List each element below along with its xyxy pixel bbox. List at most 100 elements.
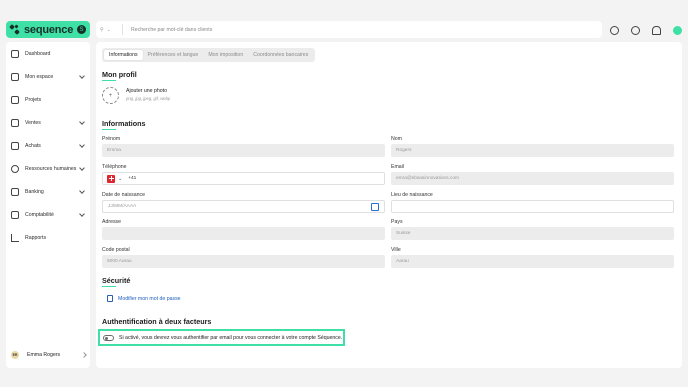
sidebar-item-label: Ressources humaines xyxy=(25,166,77,172)
chevron-down-icon xyxy=(79,165,85,171)
birthplace-label: Lieu de naissance xyxy=(391,192,433,198)
chevron-down-icon[interactable]: ⌄ xyxy=(118,176,122,182)
sidebar-item-label: Rapports xyxy=(25,235,47,241)
chevron-down-icon xyxy=(79,73,85,79)
tab-imposition[interactable]: Mon imposition xyxy=(203,50,248,60)
sidebar-item-label: Comptabilité xyxy=(25,212,54,218)
money-bag-icon xyxy=(11,119,19,127)
plus-icon: + xyxy=(108,92,113,99)
change-password-label: Modifier mon mot de passe xyxy=(118,295,181,302)
chevron-down-icon xyxy=(79,142,85,148)
info-heading: Informations xyxy=(102,119,146,128)
sidebar-item-projets[interactable]: Projets xyxy=(6,92,90,108)
shopping-bag-icon xyxy=(11,142,19,150)
ledger-icon xyxy=(11,211,19,219)
bell-icon[interactable] xyxy=(652,25,661,35)
heading-underline xyxy=(102,129,116,130)
prenom-label: Prénom xyxy=(102,136,121,142)
phone-field[interactable]: ⌄ +41 xyxy=(102,172,385,185)
email-field[interactable]: emra@sbsasinnovations.com xyxy=(391,172,674,185)
photo-upload-title[interactable]: Ajouter une photo xyxy=(126,88,167,94)
photo-upload-button[interactable]: + xyxy=(102,87,119,104)
country-label: Pays xyxy=(391,219,403,225)
search-bar: ⚲ ⌄ Recherche par mot-clé dans clients xyxy=(96,21,602,38)
sidebar-item-ressources-humaines[interactable]: Ressources humaines xyxy=(6,161,90,177)
sidebar-item-banking[interactable]: Banking xyxy=(6,184,90,200)
prenom-field[interactable]: Emma xyxy=(102,144,385,157)
sidebar-item-achats[interactable]: Achats xyxy=(6,138,90,154)
sidebar-item-label: Banking xyxy=(25,189,44,195)
tab-bar: Informations Préférences et langue Mon i… xyxy=(102,48,315,62)
phone-prefix: +41 xyxy=(128,176,137,181)
logo-mark-icon xyxy=(9,23,20,35)
user-name: Emma Rogers xyxy=(27,352,61,358)
profile-heading: Mon profil xyxy=(102,70,137,79)
sidebar-item-comptabilite[interactable]: Comptabilité xyxy=(6,207,90,223)
email-label: Email xyxy=(391,164,404,170)
divider xyxy=(122,24,123,35)
birthplace-field[interactable] xyxy=(391,200,674,213)
sidebar-item-label: Projets xyxy=(25,97,42,103)
swiss-flag-icon xyxy=(107,174,115,183)
sidebar-item-ventes[interactable]: Ventes xyxy=(6,115,90,131)
user-menu[interactable]: ER Emma Rogers xyxy=(11,350,87,360)
people-icon xyxy=(11,165,19,173)
city-field[interactable]: Aarau xyxy=(391,255,674,268)
search-input[interactable]: Recherche par mot-clé dans clients xyxy=(131,27,212,33)
nom-field[interactable]: Rogers xyxy=(391,144,674,157)
heading-underline xyxy=(102,80,116,81)
home-icon xyxy=(11,50,19,58)
checkbox-icon xyxy=(11,96,19,104)
twofa-toggle[interactable] xyxy=(103,334,114,341)
help-icon[interactable] xyxy=(673,25,682,35)
sidebar-item-mon-espace[interactable]: Mon espace xyxy=(6,69,90,85)
sidebar-item-label: Mon espace xyxy=(25,74,54,80)
sidebar-item-dashboard[interactable]: Dashboard xyxy=(6,46,90,62)
sidebar-item-label: Ventes xyxy=(25,120,41,126)
chevron-down-icon: ⌄ xyxy=(106,26,111,33)
search-scope-select[interactable]: ⚲ ⌄ xyxy=(100,27,118,33)
sidebar-item-rapports[interactable]: Rapports xyxy=(6,230,90,246)
sidebar: Dashboard Mon espace Projets Ventes Acha… xyxy=(6,42,90,368)
search-icon: ⚲ xyxy=(100,26,104,33)
top-actions xyxy=(610,23,682,37)
add-icon[interactable] xyxy=(610,25,619,35)
sidebar-item-label: Achats xyxy=(25,143,41,149)
tab-coordonnees-bancaires[interactable]: Coordonnées bancaires xyxy=(248,50,313,60)
address-label: Adresse xyxy=(102,219,122,225)
nom-label: Nom xyxy=(391,136,402,142)
twofa-description: Si activé, vous devrez vous authentifier… xyxy=(119,334,343,341)
chevron-down-icon xyxy=(79,211,85,217)
country-field[interactable]: Suisse xyxy=(391,227,674,240)
brand-name: sequence xyxy=(24,23,74,36)
security-heading: Sécurité xyxy=(102,276,131,285)
sidebar-item-label: Dashboard xyxy=(25,51,51,57)
birth-date-label: Date de naissance xyxy=(102,192,145,198)
chevron-right-icon xyxy=(81,352,87,358)
brand-logo[interactable]: sequence S xyxy=(6,21,90,38)
user-space-icon xyxy=(11,73,19,81)
address-field[interactable] xyxy=(102,227,385,240)
chart-icon xyxy=(11,234,19,242)
birth-date-field[interactable]: JJ/MM/AAAA xyxy=(102,200,385,213)
clock-icon[interactable] xyxy=(631,25,640,35)
change-password-link[interactable]: Modifier mon mot de passe xyxy=(107,295,181,302)
zip-label: Code postal xyxy=(102,247,130,253)
lock-icon xyxy=(107,295,113,302)
tab-informations[interactable]: Informations xyxy=(104,50,143,60)
birth-date-placeholder: JJ/MM/AAAA xyxy=(108,204,137,209)
brand-badge[interactable]: S xyxy=(77,25,86,34)
avatar: ER xyxy=(11,351,19,359)
phone-label: Téléphone xyxy=(102,164,127,170)
photo-upload-formats: png, jpg, jpeg, gif, webp xyxy=(126,96,171,101)
zip-field[interactable]: 5000 Aarau xyxy=(102,255,385,268)
heading-underline xyxy=(102,286,116,287)
city-label: Ville xyxy=(391,247,401,253)
chevron-down-icon xyxy=(79,119,85,125)
chevron-down-icon xyxy=(79,188,85,194)
calendar-icon[interactable] xyxy=(371,203,379,211)
bank-icon xyxy=(11,188,19,196)
twofa-heading: Authentification à deux facteurs xyxy=(102,317,212,326)
tab-preferences[interactable]: Préférences et langue xyxy=(143,50,204,60)
twofa-row: Si activé, vous devrez vous authentifier… xyxy=(98,329,345,346)
